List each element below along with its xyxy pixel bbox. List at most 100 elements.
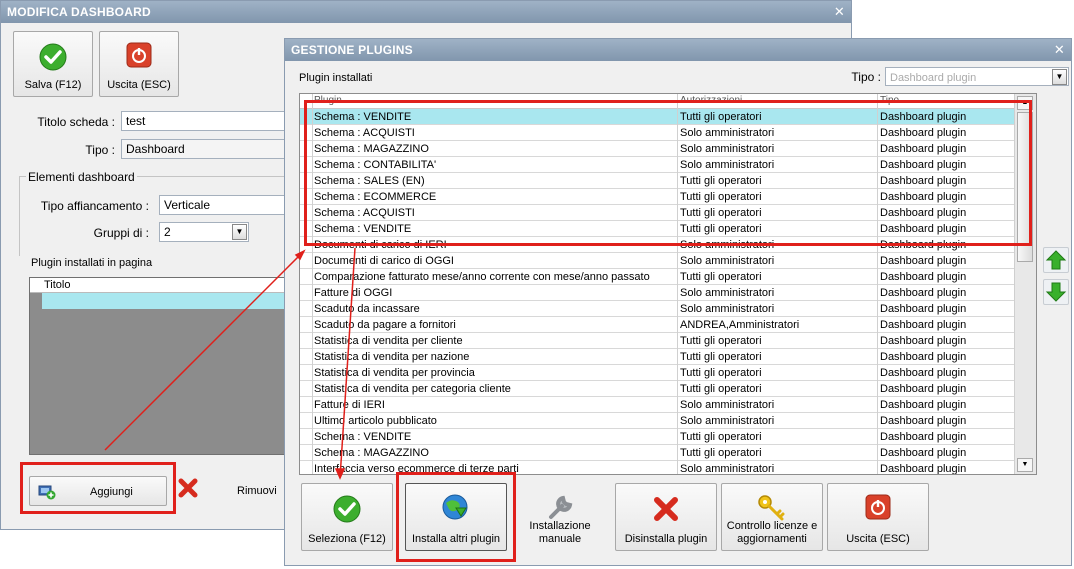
grid-header-titolo: Titolo (44, 279, 71, 291)
table-row[interactable]: Schema : VENDITE Tutti gli operatori Dashb… (300, 221, 1014, 237)
table-row[interactable]: Ultimo articolo pubblicato Solo amministr… (300, 413, 1014, 429)
table-row[interactable]: Statistica di vendita per cliente Tutti g… (300, 333, 1014, 349)
move-up-arrow-icon[interactable] (1043, 247, 1069, 273)
plugins-exit-button[interactable]: Uscita (ESC) (827, 483, 929, 551)
move-down-arrow-icon[interactable] (1043, 279, 1069, 305)
table-row[interactable]: Fatture di IERI Solo amministratori Dashbo… (300, 397, 1014, 413)
table-row[interactable]: Statistica di vendita per categoria clie… (300, 381, 1014, 397)
elementi-group: Elementi dashboard (19, 170, 289, 256)
plugins-window-title-text: GESTIONE PLUGINS (291, 43, 413, 57)
autorizzazioni-cell: Tutti gli operatori (680, 335, 762, 347)
tipo-cell: Dashboard plugin (880, 255, 967, 267)
chevron-down-icon[interactable]: ▼ (1052, 69, 1067, 85)
tipo-filter-combo[interactable]: Dashboard plugin ▼ (885, 67, 1069, 86)
tipo-cell: Dashboard plugin (880, 127, 967, 139)
table-row[interactable]: Schema : SALES (EN) Tutti gli operatori Da… (300, 173, 1014, 189)
chevron-down-icon[interactable]: ▼ (232, 224, 247, 240)
table-row[interactable]: Documenti di carico di OGGI Solo amminist… (300, 253, 1014, 269)
close-icon[interactable]: ✕ (1054, 42, 1065, 58)
gestione-plugins-window: GESTIONE PLUGINS ✕ Plugin installati Tip… (284, 38, 1072, 566)
exit-button[interactable]: Uscita (ESC) (99, 31, 179, 97)
affiancamento-value: Verticale (164, 198, 211, 212)
table-row[interactable]: Schema : VENDITE Tutti gli operatori Dashb… (300, 109, 1014, 125)
table-row[interactable]: Fatture di OGGI Solo amministratori Dashbo… (300, 285, 1014, 301)
install-more-button[interactable]: Installa altri plugin (405, 483, 507, 551)
plugin-pagina-label: Plugin installati in pagina (31, 257, 153, 269)
table-row[interactable]: Schema : ACQUISTI Solo amministratori Dash… (300, 125, 1014, 141)
tipo-cell: Dashboard plugin (880, 431, 967, 443)
gruppi-label: Gruppi di : (93, 226, 149, 240)
affiancamento-combo[interactable]: Verticale (159, 195, 291, 215)
plugin-cell: Schema : SALES (EN) (314, 175, 425, 187)
plugin-cell: Schema : VENDITE (314, 431, 412, 443)
scroll-down-arrow[interactable]: ▼ (1017, 458, 1033, 472)
select-button[interactable]: Seleziona (F12) (301, 483, 393, 551)
plugins-grid-header: Plugin Autorizzazioni Tipo (300, 94, 1014, 109)
plugin-cell: Fatture di OGGI (314, 287, 393, 299)
tipo-cell: Dashboard plugin (880, 447, 967, 459)
license-button[interactable]: Controllo licenze e aggiornamenti (721, 483, 823, 551)
globe-download-icon (440, 494, 472, 527)
autorizzazioni-cell: Tutti gli operatori (680, 447, 762, 459)
table-row[interactable]: Schema : MAGAZZINO Tutti gli operatori Das… (300, 445, 1014, 461)
tipo-cell: Dashboard plugin (880, 111, 967, 123)
tipo-cell: Dashboard plugin (880, 383, 967, 395)
scroll-up-arrow[interactable]: ▲ (1017, 96, 1033, 110)
install-more-label: Installa altri plugin (411, 533, 501, 545)
grid-scrollbar[interactable]: ▲ ▼ (1014, 94, 1036, 474)
col-divider (877, 94, 878, 474)
plugin-installati-label: Plugin installati (299, 72, 373, 84)
plugin-pagina-grid[interactable]: Titolo (29, 277, 291, 455)
col-autorizzazioni-header: Autorizzazioni (680, 95, 743, 106)
tipo-cell: Dashboard plugin (880, 335, 967, 347)
table-row[interactable]: Schema : MAGAZZINO Solo amministratori Das… (300, 141, 1014, 157)
gruppi-combo[interactable]: 2 ▼ (159, 222, 249, 242)
plugin-cell: Comparazione fatturato mese/anno corrent… (314, 271, 650, 283)
scroll-thumb[interactable] (1017, 112, 1033, 262)
table-row[interactable]: Documenti di carico di IERI Solo amminist… (300, 237, 1014, 253)
tipo-cell: Dashboard plugin (880, 239, 967, 251)
tipo-cell: Dashboard plugin (880, 463, 967, 475)
table-row[interactable]: Schema : ECOMMERCE Tutti gli operatori Das… (300, 189, 1014, 205)
autorizzazioni-cell: Tutti gli operatori (680, 207, 762, 219)
autorizzazioni-cell: Solo amministratori (680, 255, 775, 267)
table-row[interactable]: Scaduto da incassare Solo amministratori D… (300, 301, 1014, 317)
grid-selected-row[interactable] (42, 293, 290, 309)
tipo-cell: Dashboard plugin (880, 191, 967, 203)
affiancamento-label: Tipo affiancamento : (40, 199, 149, 213)
plugin-cell: Interfaccia verso ecommerce di terze par… (314, 463, 519, 475)
plugin-cell: Scaduto da pagare a fornitori (314, 319, 456, 331)
add-label: Aggiungi (90, 486, 133, 498)
add-button[interactable]: Aggiungi (29, 476, 167, 506)
power-icon (865, 494, 891, 523)
manual-install-line1: Installazione (529, 520, 591, 532)
table-row[interactable]: Scaduto da pagare a fornitori ANDREA,Ammi… (300, 317, 1014, 333)
plugin-cell: Schema : ECOMMERCE (314, 191, 437, 203)
manual-install-button[interactable]: Installazione manuale (513, 483, 607, 551)
table-row[interactable]: Comparazione fatturato mese/anno corrent… (300, 269, 1014, 285)
close-icon[interactable]: ✕ (834, 4, 845, 20)
save-button[interactable]: Salva (F12) (13, 31, 93, 97)
plugin-cell: Statistica di vendita per nazione (314, 351, 470, 363)
table-row[interactable]: Statistica di vendita per provincia Tutti… (300, 365, 1014, 381)
autorizzazioni-cell: Tutti gli operatori (680, 223, 762, 235)
table-row[interactable]: Schema : CONTABILITA' Solo amministratori… (300, 157, 1014, 173)
tipo-label: Tipo : (85, 143, 115, 157)
uninstall-button[interactable]: Disinstalla plugin (615, 483, 717, 551)
plugins-grid[interactable]: Plugin Autorizzazioni Tipo Schema : VEND… (299, 93, 1037, 475)
table-row[interactable]: Statistica di vendita per nazione Tutti g… (300, 349, 1014, 365)
table-row[interactable]: Schema : VENDITE Tutti gli operatori Dashb… (300, 429, 1014, 445)
remove-x-icon[interactable] (177, 477, 199, 502)
remove-label[interactable]: Rimuovi (237, 485, 277, 497)
autorizzazioni-cell: Tutti gli operatori (680, 367, 762, 379)
license-label: Controllo licenze e aggiornamenti (722, 520, 822, 546)
titolo-input[interactable]: test (121, 111, 291, 131)
tipo-cell: Dashboard plugin (880, 271, 967, 283)
plugin-cell: Statistica di vendita per cliente (314, 335, 463, 347)
add-plugin-icon (38, 484, 56, 503)
autorizzazioni-cell: Solo amministratori (680, 415, 775, 427)
table-row[interactable]: Schema : ACQUISTI Tutti gli operatori Dash… (300, 205, 1014, 221)
table-row[interactable]: Interfaccia verso ecommerce di terze par… (300, 461, 1014, 475)
tipo-value: Dashboard (126, 142, 185, 156)
save-label: Salva (F12) (24, 79, 82, 91)
